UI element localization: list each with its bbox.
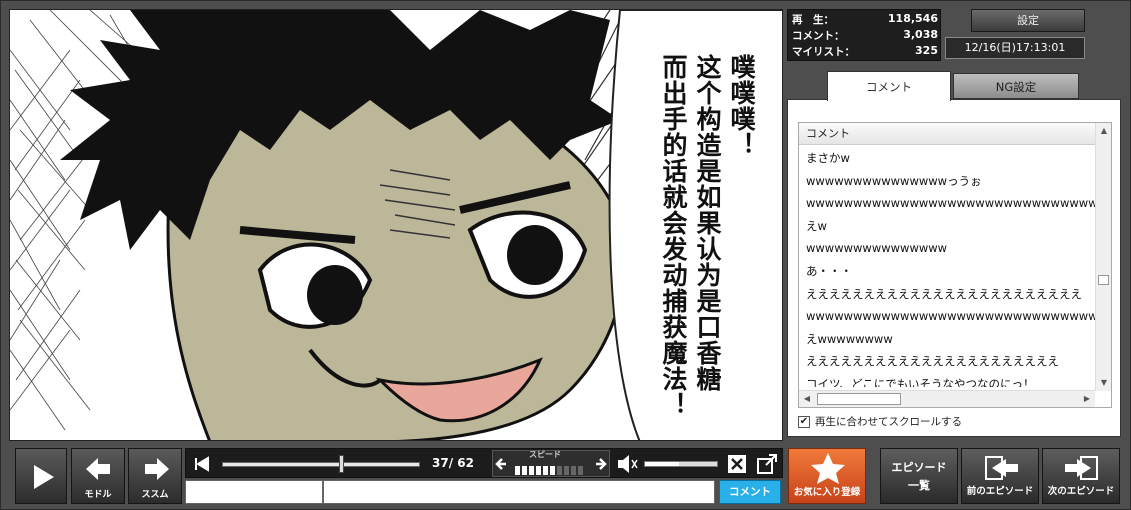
forward-label: ススム xyxy=(141,490,169,500)
scroll-down-icon[interactable]: ▼ xyxy=(1096,375,1111,391)
volume-slider[interactable] xyxy=(644,461,718,467)
speed-down-icon[interactable] xyxy=(495,451,509,478)
vertical-scroll-thumb[interactable] xyxy=(1098,275,1109,285)
speed-segment xyxy=(578,466,583,475)
comment-panel: コメント まさかw wwwwwwwwwwwwwwwっうぉ wwwwwwwwwwwww… xyxy=(787,99,1121,437)
scroll-left-icon[interactable]: ◀ xyxy=(799,391,815,407)
seek-track[interactable] xyxy=(222,462,420,467)
speed-label: スピード xyxy=(529,450,561,459)
command-input[interactable] xyxy=(185,480,323,504)
arrow-left-icon xyxy=(86,458,110,480)
comment-row[interactable]: ええええええええええええええええええええええ xyxy=(799,350,1095,373)
arrow-right-icon xyxy=(145,458,169,480)
speed-segment xyxy=(550,466,555,475)
speed-segment xyxy=(564,466,569,475)
favorite-label: お気に入り登録 xyxy=(793,487,861,498)
horizontal-scrollbar[interactable]: ◀ ▶ xyxy=(799,390,1095,407)
comment-row[interactable]: wwwwwwwwwwwwwwwwwwwwwwwwwwwwwwww xyxy=(799,192,1095,215)
comment-list[interactable]: コメント まさかw wwwwwwwwwwwwwwwっうぉ wwwwwwwwwwwww… xyxy=(798,122,1112,408)
comment-row[interactable]: あ・・・ xyxy=(799,260,1095,283)
time-display: 37/ 62 xyxy=(432,456,474,470)
comment-rows: まさかw wwwwwwwwwwwwwwwっうぉ wwwwwwwwwwwwwwwwww… xyxy=(799,147,1095,387)
subtitle-column: 这个构造是如果认为是口香糖 xyxy=(693,54,722,392)
comment-list-header[interactable]: コメント xyxy=(799,123,1095,145)
speed-segment xyxy=(515,466,520,475)
mylist-label: マイリスト： xyxy=(792,46,855,58)
episode-list-button[interactable]: エピソード 一覧 xyxy=(880,448,958,504)
mylist-count: 325 xyxy=(915,44,938,57)
comment-row[interactable]: えw xyxy=(799,215,1095,238)
comment-input[interactable] xyxy=(323,480,715,504)
scroll-up-icon[interactable]: ▲ xyxy=(1096,123,1111,139)
back-button[interactable]: モドル xyxy=(71,448,125,504)
player-window: 噗噗噗！ 这个构造是如果认为是口香糖 而出手的话就会发动捕获魔法！ 再 生： 1… xyxy=(0,0,1131,510)
favorite-button[interactable]: お気に入り登録 xyxy=(788,448,866,504)
video-screen[interactable]: 噗噗噗！ 这个构造是如果认为是口香糖 而出手的话就会发动捕获魔法！ xyxy=(9,9,783,441)
speed-up-icon[interactable] xyxy=(593,451,607,478)
vertical-scrollbar[interactable]: ▲ ▼ xyxy=(1095,123,1111,391)
volume-icon[interactable] xyxy=(614,450,640,478)
autoscroll-label: 再生に合わせてスクロールする xyxy=(815,416,962,428)
next-episode-icon xyxy=(1065,456,1098,480)
next-episode-label: 次のエピソード xyxy=(1047,486,1115,497)
prev-episode-label: 前のエピソード xyxy=(966,486,1034,497)
speed-control: スピード xyxy=(492,450,610,477)
play-button[interactable] xyxy=(15,448,67,504)
comments-count: 3,038 xyxy=(903,28,938,41)
comment-toggle-icon[interactable] xyxy=(726,453,748,475)
skip-to-start-icon[interactable] xyxy=(190,450,214,478)
scroll-right-icon[interactable]: ▶ xyxy=(1079,391,1095,407)
episode-list-label: エピソード 一覧 xyxy=(891,461,947,492)
comment-row[interactable]: wwwwwwwwwwwwwwwっうぉ xyxy=(799,170,1095,193)
video-stats: 再 生： 118,546 コメント： 3,038 マイリスト： 325 xyxy=(787,9,941,61)
comments-row: コメント： 3,038 xyxy=(792,28,938,44)
subtitle-column: 噗噗噗！ xyxy=(727,54,756,158)
star-icon xyxy=(811,453,845,484)
comment-row[interactable]: コイツ、どこにでもいそうなやつなのにっ！ xyxy=(799,373,1095,387)
comment-row[interactable]: ええええええええええええええええええええええええ xyxy=(799,283,1095,306)
speed-segment xyxy=(571,466,576,475)
speed-segment xyxy=(529,466,534,475)
seek-bar-area: 37/ 62 スピード xyxy=(185,448,783,478)
datetime-display: 12/16(日)17:13:01 xyxy=(945,37,1085,59)
speed-segment xyxy=(557,466,562,475)
back-label: モドル xyxy=(84,490,112,500)
settings-button[interactable]: 設定 xyxy=(971,9,1085,32)
speed-segment xyxy=(536,466,541,475)
mylist-row: マイリスト： 325 xyxy=(792,44,938,60)
fullscreen-icon[interactable] xyxy=(756,453,778,475)
comments-label: コメント： xyxy=(792,30,845,42)
prev-episode-icon xyxy=(985,456,1018,480)
comment-row[interactable]: えwwwwwwww xyxy=(799,328,1095,351)
tab-comment[interactable]: コメント xyxy=(827,71,951,101)
views-count: 118,546 xyxy=(887,12,938,25)
autoscroll-option[interactable]: ✔ 再生に合わせてスクロールする xyxy=(798,414,962,429)
comment-row[interactable]: まさかw xyxy=(799,147,1095,170)
comment-row[interactable]: wwwwwwwwwwwwwwwwwwwwwwwwwwwwwww xyxy=(799,305,1095,328)
speech-bubble-text: 噗噗噗！ 这个构造是如果认为是口香糖 而出手的话就会发动捕获魔法！ xyxy=(658,54,756,418)
next-episode-button[interactable]: 次のエピソード xyxy=(1042,448,1120,504)
comment-submit-button[interactable]: コメント xyxy=(719,480,781,504)
tab-ng-settings[interactable]: NG設定 xyxy=(953,73,1079,99)
views-label: 再 生： xyxy=(792,14,834,26)
views-row: 再 生： 118,546 xyxy=(792,12,938,28)
play-icon xyxy=(34,465,54,489)
volume-level xyxy=(645,462,679,466)
prev-episode-button[interactable]: 前のエピソード xyxy=(961,448,1039,504)
seek-knob[interactable] xyxy=(338,455,344,473)
comment-row[interactable]: wwwwwwwwwwwwwww xyxy=(799,237,1095,260)
subtitle-column: 而出手的话就会发动捕获魔法！ xyxy=(659,54,688,418)
autoscroll-checkbox[interactable]: ✔ xyxy=(798,415,810,428)
speed-segment xyxy=(522,466,527,475)
forward-button[interactable]: ススム xyxy=(128,448,182,504)
horizontal-scroll-thumb[interactable] xyxy=(817,393,901,405)
speed-segment xyxy=(543,466,548,475)
